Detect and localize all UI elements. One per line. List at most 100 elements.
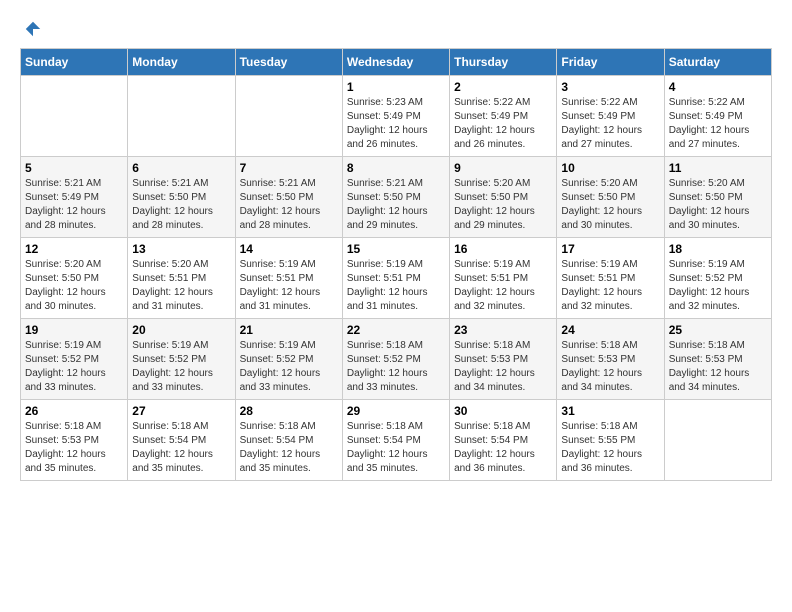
calendar-week-row: 12 Sunrise: 5:20 AM Sunset: 5:50 PM Dayli…: [21, 238, 772, 319]
day-number: 22: [347, 323, 445, 337]
day-number: 19: [25, 323, 123, 337]
calendar-cell: 23Sunrise: 5:18 AM Sunset: 5:53 PM Dayli…: [450, 319, 557, 400]
calendar-week-row: 19 Sunrise: 5:19 AM Sunset: 5:52 PM Dayli…: [21, 319, 772, 400]
calendar-cell: 29 Sunrise: 5:18 AM Sunset: 5:54 PM Dayli…: [342, 400, 449, 481]
calendar-cell: 20 Sunrise: 5:19 AM Sunset: 5:52 PM Dayli…: [128, 319, 235, 400]
calendar-cell: 6Sunrise: 5:21 AM Sunset: 5:50 PM Daylig…: [128, 157, 235, 238]
calendar-cell: 1Sunrise: 5:23 AM Sunset: 5:49 PM Daylig…: [342, 76, 449, 157]
calendar-cell: 31 Sunrise: 5:18 AM Sunset: 5:55 PM Dayli…: [557, 400, 664, 481]
calendar-cell: 26 Sunrise: 5:18 AM Sunset: 5:53 PM Dayli…: [21, 400, 128, 481]
day-info: Sunrise: 5:21 AM Sunset: 5:49 PM Dayligh…: [25, 177, 123, 233]
calendar-cell: 22 Sunrise: 5:18 AM Sunset: 5:52 PM Dayli…: [342, 319, 449, 400]
day-info: Sunrise: 5:22 AM Sunset: 5:49 PM Dayligh…: [454, 96, 552, 152]
calendar-cell: [21, 76, 128, 157]
day-info: Sunrise: 5:19 AM Sunset: 5:51 PM Dayligh…: [454, 258, 552, 314]
day-number: 18: [669, 242, 767, 256]
header: [20, 20, 772, 38]
day-header-tuesday: Tuesday: [235, 49, 342, 76]
calendar-cell: 27 Sunrise: 5:18 AM Sunset: 5:54 PM Dayli…: [128, 400, 235, 481]
calendar-cell: 30 Sunrise: 5:18 AM Sunset: 5:54 PM Dayli…: [450, 400, 557, 481]
calendar-cell: 13 Sunrise: 5:20 AM Sunset: 5:51 PM Dayli…: [128, 238, 235, 319]
day-number: 3: [561, 80, 659, 94]
day-number: 25: [669, 323, 767, 337]
day-info: Sunrise: 5:22 AM Sunset: 5:49 PM Dayligh…: [669, 96, 767, 152]
day-number: 11: [669, 161, 767, 175]
day-number: 30: [454, 404, 552, 418]
day-info: Sunrise: 5:18 AM Sunset: 5:54 PM Dayligh…: [132, 420, 230, 476]
calendar-cell: [128, 76, 235, 157]
day-info: Sunrise: 5:20 AM Sunset: 5:51 PM Dayligh…: [132, 258, 230, 314]
day-info: Sunrise: 5:20 AM Sunset: 5:50 PM Dayligh…: [561, 177, 659, 233]
calendar-cell: [664, 400, 771, 481]
day-number: 1: [347, 80, 445, 94]
day-number: 28: [240, 404, 338, 418]
day-header-friday: Friday: [557, 49, 664, 76]
calendar-cell: 18 Sunrise: 5:19 AM Sunset: 5:52 PM Dayli…: [664, 238, 771, 319]
day-info: Sunrise: 5:20 AM Sunset: 5:50 PM Dayligh…: [25, 258, 123, 314]
day-number: 10: [561, 161, 659, 175]
calendar-cell: 14 Sunrise: 5:19 AM Sunset: 5:51 PM Dayli…: [235, 238, 342, 319]
day-number: 17: [561, 242, 659, 256]
day-header-thursday: Thursday: [450, 49, 557, 76]
day-info: Sunrise: 5:20 AM Sunset: 5:50 PM Dayligh…: [669, 177, 767, 233]
day-number: 4: [669, 80, 767, 94]
logo: [20, 20, 42, 38]
calendar-week-row: 5 Sunrise: 5:21 AM Sunset: 5:49 PM Daylig…: [21, 157, 772, 238]
day-info: Sunrise: 5:18 AM Sunset: 5:53 PM Dayligh…: [25, 420, 123, 476]
calendar-cell: 19Sunrise: 5:19 AM Sunset: 5:52 PM Dayli…: [21, 319, 128, 400]
calendar-cell: 24 Sunrise: 5:18 AM Sunset: 5:53 PM Dayli…: [557, 319, 664, 400]
calendar-cell: 7Sunrise: 5:21 AM Sunset: 5:50 PM Daylig…: [235, 157, 342, 238]
day-header-wednesday: Wednesday: [342, 49, 449, 76]
calendar-week-row: 26 Sunrise: 5:18 AM Sunset: 5:53 PM Dayli…: [21, 400, 772, 481]
days-header-row: SundayMondayTuesdayWednesdayThursdayFrid…: [21, 49, 772, 76]
day-number: 26: [25, 404, 123, 418]
day-info: Sunrise: 5:22 AM Sunset: 5:49 PM Dayligh…: [561, 96, 659, 152]
day-info: Sunrise: 5:18 AM Sunset: 5:52 PM Dayligh…: [347, 339, 445, 395]
day-number: 8: [347, 161, 445, 175]
day-header-saturday: Saturday: [664, 49, 771, 76]
calendar-cell: 8Sunrise: 5:21 AM Sunset: 5:50 PM Daylig…: [342, 157, 449, 238]
day-number: 31: [561, 404, 659, 418]
day-info: Sunrise: 5:20 AM Sunset: 5:50 PM Dayligh…: [454, 177, 552, 233]
calendar-cell: 25 Sunrise: 5:18 AM Sunset: 5:53 PM Dayli…: [664, 319, 771, 400]
day-number: 6: [132, 161, 230, 175]
day-info: Sunrise: 5:18 AM Sunset: 5:54 PM Dayligh…: [454, 420, 552, 476]
day-number: 14: [240, 242, 338, 256]
day-number: 21: [240, 323, 338, 337]
day-info: Sunrise: 5:19 AM Sunset: 5:52 PM Dayligh…: [132, 339, 230, 395]
day-info: Sunrise: 5:18 AM Sunset: 5:55 PM Dayligh…: [561, 420, 659, 476]
calendar-cell: 5 Sunrise: 5:21 AM Sunset: 5:49 PM Daylig…: [21, 157, 128, 238]
day-number: 15: [347, 242, 445, 256]
day-header-sunday: Sunday: [21, 49, 128, 76]
calendar-week-row: 1Sunrise: 5:23 AM Sunset: 5:49 PM Daylig…: [21, 76, 772, 157]
calendar-cell: 12 Sunrise: 5:20 AM Sunset: 5:50 PM Dayli…: [21, 238, 128, 319]
calendar-cell: 9 Sunrise: 5:20 AM Sunset: 5:50 PM Daylig…: [450, 157, 557, 238]
calendar-cell: 4 Sunrise: 5:22 AM Sunset: 5:49 PM Daylig…: [664, 76, 771, 157]
calendar-cell: 28Sunrise: 5:18 AM Sunset: 5:54 PM Dayli…: [235, 400, 342, 481]
day-number: 5: [25, 161, 123, 175]
calendar-cell: 3 Sunrise: 5:22 AM Sunset: 5:49 PM Daylig…: [557, 76, 664, 157]
logo-icon: [24, 20, 42, 38]
day-info: Sunrise: 5:18 AM Sunset: 5:53 PM Dayligh…: [561, 339, 659, 395]
calendar-cell: 17Sunrise: 5:19 AM Sunset: 5:51 PM Dayli…: [557, 238, 664, 319]
day-info: Sunrise: 5:19 AM Sunset: 5:52 PM Dayligh…: [240, 339, 338, 395]
day-header-monday: Monday: [128, 49, 235, 76]
day-number: 13: [132, 242, 230, 256]
calendar-table: SundayMondayTuesdayWednesdayThursdayFrid…: [20, 48, 772, 481]
calendar-cell: 11 Sunrise: 5:20 AM Sunset: 5:50 PM Dayli…: [664, 157, 771, 238]
day-number: 27: [132, 404, 230, 418]
day-info: Sunrise: 5:19 AM Sunset: 5:52 PM Dayligh…: [669, 258, 767, 314]
day-info: Sunrise: 5:19 AM Sunset: 5:51 PM Dayligh…: [240, 258, 338, 314]
day-number: 24: [561, 323, 659, 337]
calendar-cell: 10 Sunrise: 5:20 AM Sunset: 5:50 PM Dayli…: [557, 157, 664, 238]
day-number: 12: [25, 242, 123, 256]
day-number: 9: [454, 161, 552, 175]
calendar-cell: 2 Sunrise: 5:22 AM Sunset: 5:49 PM Daylig…: [450, 76, 557, 157]
day-number: 23: [454, 323, 552, 337]
day-number: 2: [454, 80, 552, 94]
calendar-cell: 16Sunrise: 5:19 AM Sunset: 5:51 PM Dayli…: [450, 238, 557, 319]
day-info: Sunrise: 5:18 AM Sunset: 5:54 PM Dayligh…: [347, 420, 445, 476]
day-number: 20: [132, 323, 230, 337]
day-number: 29: [347, 404, 445, 418]
day-info: Sunrise: 5:18 AM Sunset: 5:53 PM Dayligh…: [669, 339, 767, 395]
